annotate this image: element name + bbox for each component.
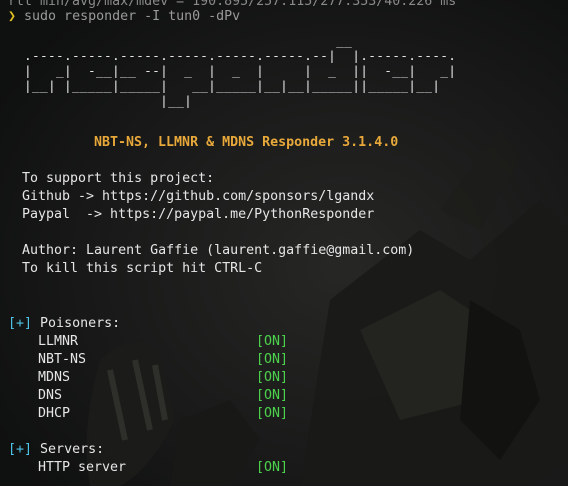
section-label: Servers: (40, 442, 105, 457)
servers-heading: [+] Servers: (8, 441, 104, 459)
ascii-banner-line: |__| (8, 94, 193, 109)
section-label: Poisoners: (40, 316, 121, 331)
poisoner-name: NBT-NS (38, 352, 87, 367)
server-status: [ON] (256, 460, 289, 475)
poisoner-status: [ON] (256, 370, 289, 385)
poisoner-name: DNS (38, 388, 63, 403)
poisoner-status: [ON] (256, 334, 289, 349)
info-marker: [+] (8, 316, 33, 331)
github-line: Github -> https://github.com/sponsors/lg… (22, 189, 375, 204)
poisoner-status: [ON] (256, 388, 289, 403)
prompt-arrow-icon: ❯ (8, 9, 17, 24)
poisoner-status: [ON] (256, 406, 289, 421)
poisoner-name: LLMNR (38, 334, 79, 349)
terminal-output: rtt min/avg/max/mdev = 190.895/257.115/2… (0, 0, 568, 486)
support-heading: To support this project: (22, 171, 215, 186)
server-name: HTTP server (38, 460, 127, 475)
banner-title: NBT-NS, LLMNR & MDNS Responder 3.1.4.0 (94, 135, 399, 150)
kill-instruction-line: To kill this script hit CTRL-C (22, 261, 263, 276)
command-text: sudo responder -I tun0 -dPv (24, 9, 241, 24)
info-marker: [+] (8, 442, 33, 457)
poisoners-heading: [+] Poisoners: (8, 315, 120, 333)
author-line: Author: Laurent Gaffie (laurent.gaffie@g… (22, 243, 415, 258)
poisoner-name: MDNS (38, 370, 71, 385)
poisoner-status: [ON] (256, 352, 289, 367)
poisoner-name: DHCP (38, 406, 71, 421)
command-prompt-line: ❯ sudo responder -I tun0 -dPv (8, 8, 240, 26)
paypal-line: Paypal -> https://paypal.me/PythonRespon… (22, 207, 375, 222)
